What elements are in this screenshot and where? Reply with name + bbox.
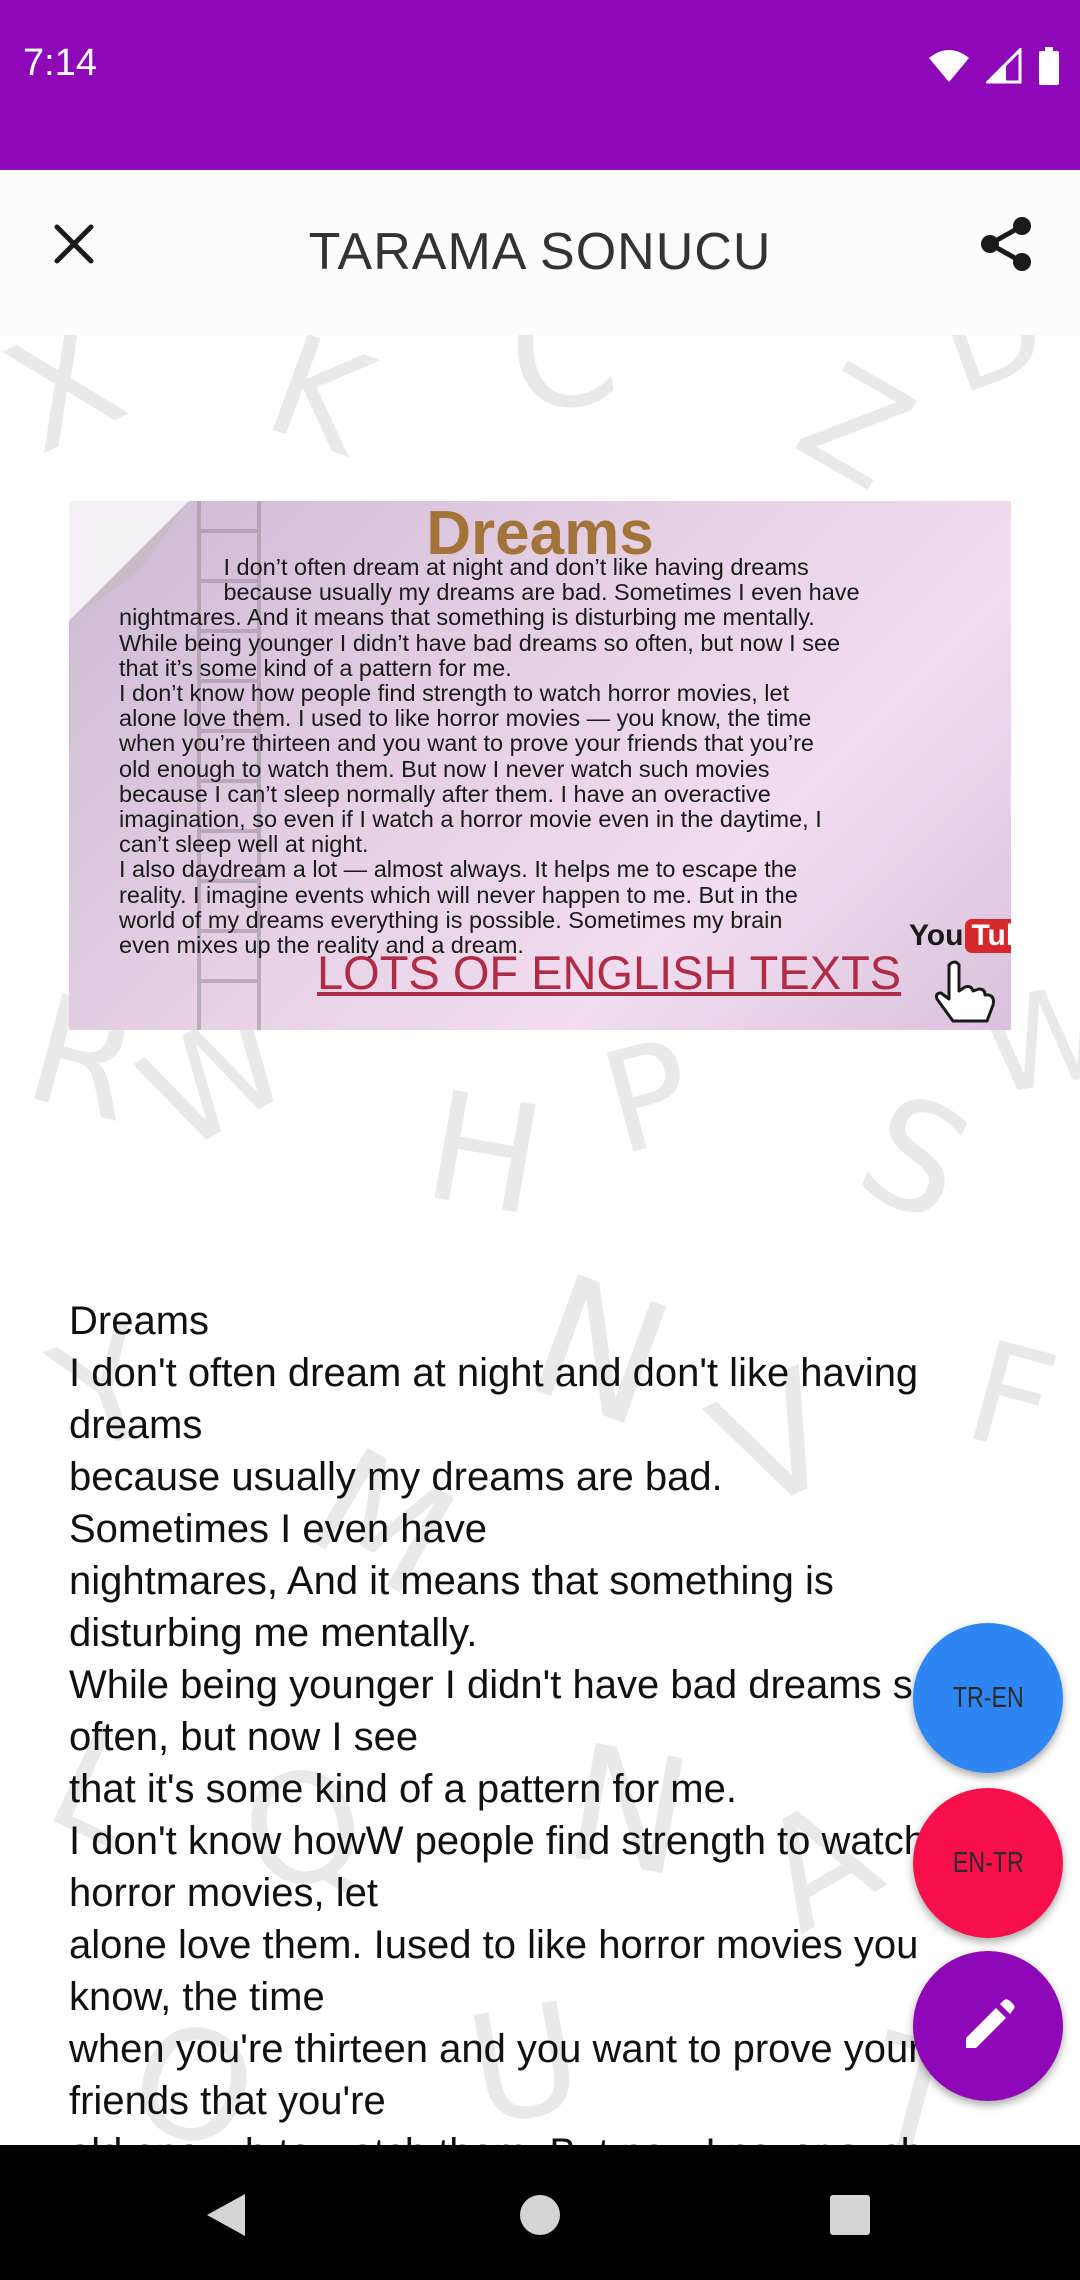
result-line: nightmares, And it means that something … [69, 1559, 834, 1603]
scan-result-text: Dreams I don't often dream at night and … [69, 1295, 1039, 2145]
result-line: horror movies, let [69, 1871, 378, 1915]
image-line: nightmares. And it means that something … [119, 604, 815, 631]
nav-back-button[interactable] [186, 2175, 266, 2255]
youtube-logo-you: You [909, 919, 964, 952]
share-button[interactable] [962, 200, 1050, 288]
image-line: world of my dreams everything is possibl… [119, 906, 783, 933]
recents-square-icon [830, 2195, 870, 2235]
status-time: 7:14 [23, 42, 97, 84]
navigation-bar [0, 2145, 1080, 2280]
image-line: I also daydream a lot — almost always. I… [119, 856, 797, 883]
result-line: often, but now I see [69, 1715, 419, 1759]
youtube-logo-tube: Tube [965, 919, 1011, 953]
result-line: because usually my dreams are bad. [69, 1455, 723, 1499]
image-line: old enough to watch them. But now I neve… [119, 755, 770, 782]
image-line: I don’t know how people find strength to… [119, 680, 790, 707]
image-line: imagination, so even if I watch a horror… [119, 806, 822, 833]
en-tr-label: EN-TR [952, 1846, 1024, 1879]
result-line: alone love them. Iused to like horror mo… [69, 1923, 919, 1967]
back-triangle-icon [207, 2194, 245, 2236]
svg-text:K: K [248, 335, 393, 489]
svg-text:C: C [496, 335, 629, 450]
result-line: disturbing me mentally. [69, 1611, 478, 1655]
status-icons [928, 46, 1060, 86]
image-line: that it’s some kind of a pattern for me. [119, 654, 512, 681]
svg-text:Z: Z [773, 335, 938, 522]
image-line: I don’t often dream at night and don’t l… [119, 554, 809, 580]
result-line: While being younger I didn't have bad dr… [69, 1663, 935, 1707]
translate-en-tr-button[interactable]: EN-TR [913, 1788, 1063, 1938]
image-line: when you’re thirteen and you want to pro… [119, 730, 814, 757]
result-line: know, the time [69, 1975, 325, 2019]
svg-text:P: P [587, 1009, 711, 1188]
result-line: Dreams [69, 1299, 210, 1343]
tr-en-label: TR-EN [952, 1681, 1024, 1714]
result-line: old enough to watch them. But now I neve… [69, 2127, 1039, 2145]
svg-text:H: H [414, 1059, 555, 1250]
result-line: friends that you're [69, 2079, 386, 2123]
cell-signal-icon [986, 48, 1022, 84]
nav-recents-button[interactable] [810, 2175, 890, 2255]
image-footer-text: LOTS OF ENGLISH TEXTS [317, 946, 902, 999]
status-bar: 7:14 [0, 0, 1080, 170]
result-line: Sometimes I even have [69, 1507, 487, 1551]
battery-icon [1039, 47, 1059, 85]
image-line: because I can’t sleep normally after the… [119, 780, 771, 807]
svg-text:X: X [0, 335, 148, 488]
image-text-lines: I don’t often dream at night and don’t l… [119, 554, 989, 958]
image-line: can’t sleep well at night. [119, 831, 369, 858]
result-line: I don't know howW people find strength t… [69, 1819, 927, 1863]
scanned-image: Dreams I don’t often dream at night and … [69, 501, 1011, 1030]
edit-button[interactable] [913, 1951, 1063, 2101]
pencil-icon [966, 1999, 1015, 2048]
share-icon [981, 217, 1031, 271]
hand-cursor-icon [935, 960, 995, 1023]
image-line: because usually my dreams are bad. Somet… [119, 579, 860, 606]
image-line: reality. I imagine events which will nev… [119, 881, 798, 908]
image-line: While being younger I didn’t have bad dr… [119, 629, 841, 656]
result-line: I don't often dream at night and don't l… [69, 1351, 919, 1395]
result-line: dreams [69, 1403, 203, 1447]
youtube-logo: You Tube [909, 919, 1011, 953]
result-line: when you're thirteen and you want to pro… [69, 2027, 922, 2071]
nav-home-button[interactable] [500, 2175, 580, 2255]
home-circle-icon [520, 2195, 560, 2235]
translate-tr-en-button[interactable]: TR-EN [913, 1623, 1063, 1773]
image-line: alone love them. I used to like horror m… [119, 705, 812, 732]
svg-text:D: D [919, 335, 1065, 424]
svg-text:S: S [835, 1060, 995, 1258]
page-title: TARAMA SONUCU [308, 223, 772, 281]
result-line: that it's some kind of a pattern for me. [69, 1767, 737, 1811]
wifi-icon [929, 50, 969, 82]
